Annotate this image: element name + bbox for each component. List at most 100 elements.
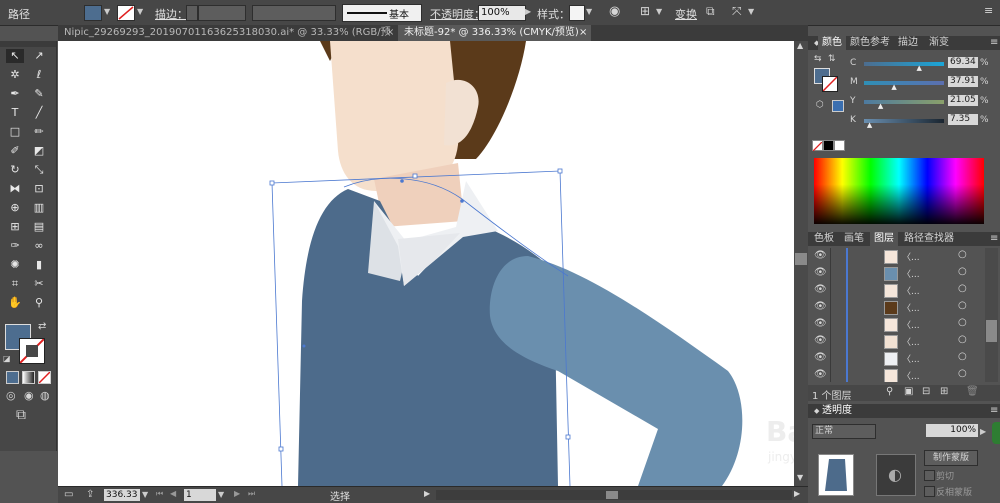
stroke-color-box[interactable] (19, 338, 45, 364)
pencil-tool-icon[interactable]: ✐ (6, 144, 24, 158)
tab-transparency[interactable]: 透明度 (818, 404, 856, 418)
layer-name[interactable]: 〈... (902, 369, 920, 382)
draw-behind-icon[interactable]: ◉ (24, 389, 34, 402)
swap-icon[interactable]: ⇆ (814, 54, 822, 64)
layer-name[interactable]: 〈... (902, 301, 920, 314)
scroll-right-icon[interactable]: ▶ (794, 489, 800, 498)
align-to-icon[interactable]: ⊞ (640, 4, 650, 18)
invert-mask-checkbox[interactable] (924, 486, 935, 497)
rotate-tool-icon[interactable]: ↻ (6, 163, 24, 177)
isolate-object-icon[interactable]: ⧉ (706, 4, 715, 19)
layer-thumbnail[interactable] (884, 301, 898, 315)
next-artboard-icon[interactable]: ▶ (234, 489, 240, 498)
rectangle-tool-icon[interactable]: □ (6, 125, 24, 139)
direct-selection-tool-icon[interactable]: ↗ (30, 49, 48, 63)
channel-value-input[interactable]: 69.34 (948, 57, 978, 68)
document-tab-nipic[interactable]: Nipic_29269293_20190701163625318030.ai* … (58, 25, 398, 54)
channel-slider-thumb[interactable]: ▲ (878, 102, 883, 110)
visibility-eye-icon[interactable]: 👁 (814, 301, 827, 312)
channel-slider[interactable] (864, 100, 944, 104)
new-sublayer-icon[interactable]: ⊟ (922, 386, 930, 397)
shape-builder-tool-icon[interactable]: ⊕ (6, 201, 24, 215)
stroke-weight-stepper[interactable] (186, 5, 198, 21)
mesh-tool-icon[interactable]: ⊞ (6, 220, 24, 234)
anchor-point[interactable] (400, 179, 404, 183)
zoom-tool-icon[interactable]: ⚲ (30, 296, 48, 310)
delete-layer-icon[interactable]: 🗑 (966, 386, 979, 397)
visibility-eye-icon[interactable]: 👁 (814, 250, 827, 261)
anchor-point[interactable] (302, 344, 306, 348)
tab-stroke[interactable]: 描边 (894, 36, 922, 50)
eraser-tool-icon[interactable]: ◩ (30, 144, 48, 158)
hand-tool-icon[interactable]: ✋ (6, 296, 24, 310)
gradient-tool-icon[interactable]: ▤ (30, 220, 48, 234)
fill-dropdown-icon[interactable]: ▼ (104, 7, 110, 16)
target-circle-icon[interactable]: ○ (958, 283, 967, 294)
layer-thumbnail[interactable] (884, 284, 898, 298)
selection-tool-icon[interactable]: ↖ (6, 49, 24, 63)
scroll-down-icon[interactable]: ▼ (797, 473, 803, 482)
curvature-tool-icon[interactable]: ✎ (30, 87, 48, 101)
lock-column[interactable] (830, 248, 831, 266)
channel-slider-thumb[interactable]: ▲ (916, 64, 921, 72)
fill-swatch[interactable] (84, 5, 102, 21)
channel-slider[interactable] (864, 62, 944, 66)
layer-name[interactable]: 〈... (902, 267, 920, 280)
gradient-mode-icon[interactable] (22, 371, 35, 384)
lock-column[interactable] (830, 367, 831, 382)
visibility-eye-icon[interactable]: 👁 (814, 335, 827, 346)
out-of-gamut-icon[interactable]: ⬡ (816, 100, 824, 110)
target-circle-icon[interactable]: ○ (958, 317, 967, 328)
bounding-handle[interactable] (412, 173, 418, 179)
horizontal-scrollbar[interactable] (436, 490, 792, 500)
style-dropdown-icon[interactable]: ▼ (586, 7, 592, 16)
layer-thumbnail[interactable] (884, 318, 898, 332)
h-scroll-thumb[interactable] (606, 491, 618, 499)
width-tool-icon[interactable]: ⧓ (6, 182, 24, 196)
clip-checkbox[interactable] (924, 470, 935, 481)
stroke-label[interactable]: 描边： (155, 6, 188, 22)
tab-color[interactable]: 颜色 (818, 36, 846, 50)
artboard-nav-icon[interactable]: ▭ (64, 489, 73, 500)
channel-slider[interactable] (864, 119, 944, 123)
layer-name[interactable]: 〈... (902, 352, 920, 365)
tab-brushes[interactable]: 画笔 (840, 232, 868, 246)
side-toggle[interactable] (992, 422, 1000, 444)
layer-row[interactable]: 👁 〈... ○ (808, 367, 983, 382)
panel-options-icon[interactable]: ≡ (986, 404, 1000, 418)
first-artboard-icon[interactable]: ⏮ (156, 489, 163, 499)
lock-column[interactable] (830, 350, 831, 368)
lock-column[interactable] (830, 299, 831, 317)
artboard-tool-icon[interactable]: ⌗ (6, 277, 24, 291)
transparency-opacity-input[interactable]: 100% (926, 424, 978, 437)
lock-column[interactable] (830, 333, 831, 351)
panel-options-icon[interactable]: ≡ (986, 36, 1000, 50)
blend-mode-select[interactable]: 正常 (812, 424, 876, 439)
line-tool-icon[interactable]: ╱ (30, 106, 48, 120)
column-graph-tool-icon[interactable]: ▮ (30, 258, 48, 272)
close-tab-icon[interactable]: × (579, 25, 587, 41)
tab-color-guide[interactable]: 颜色参考 (846, 36, 894, 50)
target-circle-icon[interactable]: ○ (958, 351, 967, 362)
tab-gradient[interactable]: 渐变 (925, 36, 953, 50)
cycle-icon[interactable]: ⇅ (828, 54, 836, 64)
align-dropdown-icon[interactable]: ▼ (656, 7, 662, 16)
opacity-label[interactable]: 不透明度： (430, 6, 485, 22)
scroll-up-icon[interactable]: ▲ (797, 41, 803, 50)
perspective-grid-tool-icon[interactable]: ▥ (30, 201, 48, 215)
type-tool-icon[interactable]: T (6, 106, 24, 120)
new-layer-icon[interactable]: ⊞ (940, 386, 948, 397)
opacity-input[interactable]: 100% (478, 5, 526, 21)
stroke-dropdown-icon[interactable]: ▼ (137, 7, 143, 16)
color-stroke-box[interactable] (822, 76, 838, 92)
screen-mode-icon[interactable]: ⧉ (16, 407, 26, 423)
brush-definition[interactable]: 基本 (342, 4, 422, 22)
layer-thumbnail[interactable] (884, 352, 898, 366)
artboard-number-input[interactable]: 1 (184, 489, 216, 501)
tab-swatches[interactable]: 色板 (810, 232, 838, 246)
zoom-dropdown-icon[interactable]: ▼ (142, 490, 148, 499)
artboard-dropdown-icon[interactable]: ▼ (218, 490, 224, 499)
magic-wand-tool-icon[interactable]: ✲ (6, 68, 24, 82)
tab-pathfinder[interactable]: 路径查找器 (900, 232, 958, 246)
bounding-handle[interactable] (565, 434, 571, 440)
